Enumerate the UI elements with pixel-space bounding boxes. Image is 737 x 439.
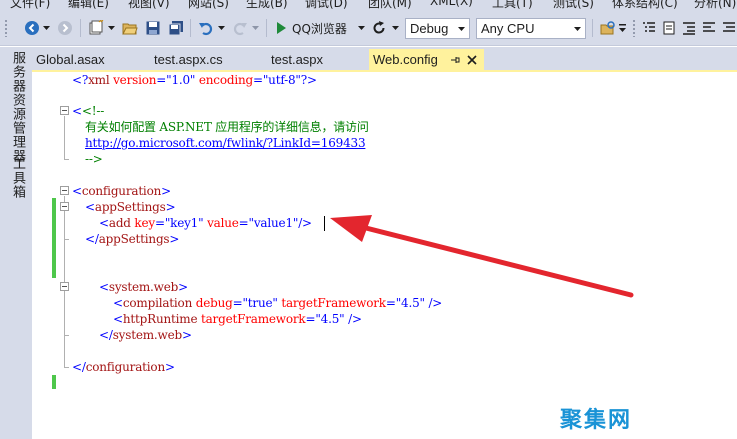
code-line-configuration-close[interactable]: </configuration> (72, 359, 175, 375)
server-explorer-tab[interactable]: 服务器资源管理器 (8, 51, 27, 163)
tab-global-asax[interactable]: Global.asax (32, 49, 150, 70)
collapse-comment-icon[interactable] (60, 106, 69, 115)
menu-analyze[interactable]: 分析(N) (694, 0, 736, 10)
tab-test-aspx-cs[interactable]: test.aspx.cs (150, 49, 267, 70)
menu-website[interactable]: 网站(S) (188, 0, 229, 10)
save-icon[interactable] (143, 18, 163, 38)
toolbar-separator (592, 19, 593, 37)
toolbar-separator (266, 19, 267, 37)
browser-label: QQ浏览器 (292, 21, 347, 36)
menu-file[interactable]: 文件(F) (10, 0, 50, 10)
tab-label: Web.config (373, 52, 438, 67)
new-project-dropdown-icon[interactable] (106, 18, 116, 38)
menu-tools[interactable]: 工具(T) (492, 0, 533, 10)
menu-edit[interactable]: 编辑(E) (68, 0, 109, 10)
new-project-icon[interactable] (86, 18, 106, 38)
uncomment-icon[interactable] (720, 18, 737, 38)
menu-team[interactable]: 团队(M) (368, 0, 412, 10)
menu-build[interactable]: 生成(B) (246, 0, 288, 10)
tab-test-aspx[interactable]: test.aspx (267, 49, 368, 70)
redo-dropdown-icon[interactable] (250, 18, 260, 38)
menu-test[interactable]: 测试(S) (553, 0, 594, 10)
collapse-configuration-icon[interactable] (60, 186, 69, 195)
collapse-appsettings-icon[interactable] (60, 202, 69, 211)
toolbar-separator (80, 19, 81, 37)
tab-web-config[interactable]: Web.config (369, 49, 484, 70)
watermark-logo: 聚集网 (560, 408, 633, 433)
undo-dropdown-icon[interactable] (216, 18, 226, 38)
code-line-comment-close[interactable]: --> (85, 151, 103, 167)
code-line-systemweb-close[interactable]: </system.web> (99, 327, 192, 343)
outline-guide-end (64, 159, 69, 160)
toolbar-overflow-icon[interactable] (618, 18, 626, 38)
outline-icon[interactable] (640, 18, 658, 38)
refresh-icon[interactable] (370, 18, 388, 38)
collapse-systemweb-icon[interactable] (60, 282, 69, 291)
change-marker (52, 198, 56, 278)
code-editor[interactable]: <?xml version="1.0" encoding="utf-8"?> <… (32, 72, 737, 439)
configuration-value: Debug (410, 21, 449, 36)
document-tab-well: Global.asax test.aspx.cs test.aspx Web.c… (32, 47, 737, 70)
outline-guide (64, 116, 65, 159)
outline-guide-end (64, 239, 69, 240)
chevron-down-icon (454, 19, 469, 38)
chevron-down-icon (570, 19, 585, 38)
code-line-configuration-open[interactable]: <configuration> (72, 183, 171, 199)
save-all-icon[interactable] (166, 18, 186, 38)
menu-architecture[interactable]: 体系结构(C) (612, 0, 678, 10)
code-line-comment-open[interactable]: <<!-- (72, 103, 104, 119)
play-icon (277, 22, 286, 34)
forward-icon[interactable] (55, 18, 75, 38)
tab-label: test.aspx (271, 52, 324, 67)
menu-view[interactable]: 视图(V) (128, 0, 170, 10)
close-icon[interactable] (464, 52, 479, 67)
left-tool-strip: 服务器资源管理器 工具箱 (0, 47, 32, 439)
comment-icon[interactable] (700, 18, 718, 38)
tab-label: test.aspx.cs (154, 52, 223, 67)
refresh-dropdown-icon[interactable] (390, 18, 400, 38)
open-folder-icon[interactable] (120, 18, 140, 38)
indent-icon[interactable] (680, 18, 698, 38)
platform-value: Any CPU (481, 21, 535, 36)
toolbar-grip[interactable] (632, 19, 636, 37)
toolbar-separator (190, 19, 191, 37)
redo-icon[interactable] (230, 18, 250, 38)
pin-icon[interactable] (447, 52, 462, 67)
code-line-appsettings-close[interactable]: </appSettings> (85, 231, 179, 247)
browser-dropdown-icon[interactable] (356, 18, 366, 38)
help-link[interactable]: http://go.microsoft.com/fwlink/?LinkId=1… (85, 136, 366, 150)
menu-xml[interactable]: XML(X) (430, 0, 473, 8)
find-in-files-icon[interactable] (598, 18, 618, 38)
menu-bar: 文件(F) 编辑(E) 视图(V) 网站(S) 生成(B) 调试(D) 团队(M… (0, 0, 737, 10)
code-line-systemweb-open[interactable]: <system.web> (99, 279, 188, 295)
back-icon[interactable] (22, 18, 42, 38)
text-caret (324, 216, 325, 231)
solution-configuration-select[interactable]: Debug (405, 18, 470, 39)
code-line-httpruntime[interactable]: <httpRuntime targetFramework="4.5" /> (113, 311, 362, 327)
document-icon[interactable] (660, 18, 678, 38)
code-line-appsettings-open[interactable]: <appSettings> (85, 199, 176, 215)
solution-platform-select[interactable]: Any CPU (476, 18, 586, 39)
code-line-xml-declaration[interactable]: <?xml version="1.0" encoding="utf-8"?> (72, 72, 317, 88)
outline-guide-end (64, 335, 69, 336)
toolbox-tab[interactable]: 工具箱 (8, 157, 27, 199)
code-line-compilation[interactable]: <compilation debug="true" targetFramewor… (113, 295, 442, 311)
back-dropdown-icon[interactable] (41, 18, 51, 38)
standard-toolbar: QQ浏览器 Debug Any CPU (0, 10, 737, 46)
undo-icon[interactable] (196, 18, 216, 38)
code-line-comment-text[interactable]: 有关如何配置 ASP.NET 应用程序的详细信息，请访问 (85, 119, 369, 135)
outline-guide-end (64, 367, 69, 368)
code-line-add-key[interactable]: <add key="key1" value="value1"/> (99, 215, 312, 231)
menu-debug[interactable]: 调试(D) (305, 0, 348, 10)
change-marker (52, 375, 56, 389)
tab-label: Global.asax (36, 52, 105, 67)
start-browser-button[interactable]: QQ浏览器 (274, 18, 358, 38)
toolbar-grip[interactable] (4, 19, 8, 37)
code-line-comment-link[interactable]: http://go.microsoft.com/fwlink/?LinkId=1… (85, 135, 366, 151)
